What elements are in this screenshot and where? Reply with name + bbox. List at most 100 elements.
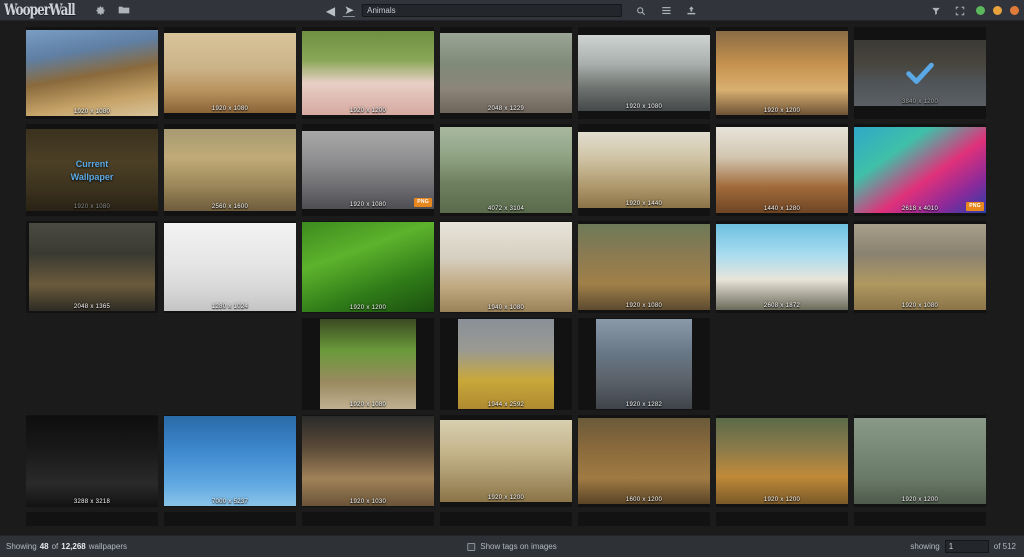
wallpaper-tile[interactable] — [716, 512, 848, 526]
grid-cell-empty — [854, 318, 986, 410]
wallpaper-tile[interactable]: 1920 x 1080 — [578, 221, 710, 313]
wallpaper-thumbnail: 1920 x 1080 — [164, 33, 296, 113]
search-input[interactable] — [362, 4, 623, 17]
wallpaper-tile[interactable]: 1920 x 1200 — [716, 27, 848, 119]
wallpaper-tile[interactable]: 1920 x 1200 — [302, 221, 434, 313]
showing-count: 48 — [39, 542, 49, 551]
checkmark-icon — [906, 62, 934, 84]
resolution-label: 1920 x 1282 — [625, 402, 663, 408]
wallpaper-tile[interactable]: 1600 x 1200 — [578, 415, 710, 507]
wallpaper-thumbnail: 1920 x 1200 — [302, 31, 434, 115]
grid-cell-empty — [164, 318, 296, 410]
wallpaper-tile[interactable] — [26, 512, 158, 526]
wallpaper-tile[interactable]: 1920 x 1200 — [854, 415, 986, 507]
wallpaper-thumbnail: 1600 x 1200 — [578, 418, 710, 504]
resolution-label: 7000 x 5237 — [211, 499, 249, 505]
wallpaper-tile[interactable] — [164, 512, 296, 526]
wallpaper-tile[interactable]: 2048 x 1229 — [440, 27, 572, 119]
wallpaper-grid[interactable]: 1920 x 1080 1920 x 1080 1920 x 1200 2048 x … — [0, 21, 1024, 526]
resolution-label: 2048 x 1229 — [487, 106, 525, 112]
wallpaper-tile[interactable]: 3840 x 1200 — [854, 27, 986, 119]
wallpaper-tile[interactable]: 2560 x 1600 — [164, 124, 296, 216]
wallpaper-tile[interactable]: 4072 x 3104 — [440, 124, 572, 216]
wallpaper-tile[interactable]: 1940 x 1080 — [440, 221, 572, 313]
search-icon[interactable] — [633, 3, 649, 19]
wallpaper-tile[interactable]: 3288 x 3218 — [26, 415, 158, 507]
wallpaper-tile[interactable] — [578, 512, 710, 526]
wallpaper-thumbnail: 4072 x 3104 — [440, 127, 572, 213]
list-icon[interactable] — [658, 3, 674, 19]
wallpaper-tile[interactable]: 1920 x 1080 — [26, 27, 158, 119]
wallpaper-tile[interactable]: 1920 x 1080 — [164, 27, 296, 119]
resolution-label: 3288 x 3218 — [73, 499, 111, 505]
maximize-button[interactable] — [993, 6, 1002, 15]
wallpaper-tile[interactable]: 1280 x 1024 — [164, 221, 296, 313]
grid-cell-empty — [26, 318, 158, 410]
wallpaper-tile[interactable]: 1920 x 1282 — [578, 318, 710, 410]
page-showing-label: showing — [910, 542, 940, 551]
resolution-label: 1920 x 1200 — [487, 495, 525, 501]
wallpaper-tile[interactable]: 1920 x 1080 — [578, 27, 710, 119]
wallpaper-tile[interactable]: 1920 x 1200 — [302, 27, 434, 119]
forward-button[interactable]: ➤ — [343, 4, 356, 17]
wallpaper-tile[interactable]: 1920 x 1440 — [578, 124, 710, 216]
app-logo: WooperWall — [4, 0, 76, 20]
resolution-label: 1920 x 1080 — [625, 104, 663, 110]
resolution-label: 1920 x 1080 — [625, 303, 663, 309]
filter-icon[interactable] — [928, 3, 944, 19]
wallpaper-tile[interactable] — [854, 512, 986, 526]
wallpaper-tile[interactable]: 1920 x 1080 — [302, 318, 434, 410]
wallpaper-thumbnail: 1920 x 1200 — [716, 31, 848, 115]
selected-check-overlay — [854, 40, 986, 106]
gear-icon[interactable] — [93, 2, 109, 18]
resolution-label: 1920 x 1440 — [625, 201, 663, 207]
page-number-input[interactable] — [944, 540, 989, 553]
show-tags-checkbox-group[interactable]: Show tags on images — [467, 542, 557, 551]
wallpaper-tile[interactable]: 1440 x 1280 — [716, 124, 848, 216]
titlebar-search-area: ◀ ➤ — [325, 0, 699, 21]
folder-icon[interactable] — [116, 2, 132, 18]
wallpaper-thumbnail: 3288 x 3218 — [26, 416, 158, 506]
wallpapers-label: wallpapers — [88, 542, 127, 551]
wallpaper-thumbnail: 1920 x 1080 — [854, 224, 986, 310]
wallpaper-tile[interactable] — [440, 512, 572, 526]
wallpaper-tile[interactable]: 1920 x 1080 — [854, 221, 986, 313]
close-button[interactable] — [1010, 6, 1019, 15]
wallpaper-tile[interactable]: 1920 x 1200 — [440, 415, 572, 507]
resolution-label: 1920 x 1200 — [349, 305, 387, 311]
wallpaper-tile[interactable]: 7000 x 5237 — [164, 415, 296, 507]
resolution-label: 2048 x 1365 — [73, 304, 111, 310]
resolution-label: 1920 x 1080 — [211, 106, 249, 112]
show-tags-checkbox[interactable] — [467, 542, 476, 551]
wallpaper-thumbnail: 1920 x 1440 — [578, 132, 710, 208]
wallpaper-tile[interactable] — [302, 512, 434, 526]
wallpaper-thumbnail: 1920 x 1200 — [854, 418, 986, 504]
grid-cell-empty — [716, 318, 848, 410]
wallpaper-thumbnail: 1920 x 1080 — [578, 224, 710, 310]
pagination[interactable]: showing of 512 — [910, 540, 1016, 553]
wallpaper-tile[interactable]: 1920 x 1080 PNG — [302, 124, 434, 216]
resolution-label: 1940 x 1080 — [487, 305, 525, 311]
back-button[interactable]: ◀ — [325, 5, 336, 17]
wallpaper-tile[interactable]: 1920 x 1080 Current Wallpaper — [26, 124, 158, 216]
upload-icon[interactable] — [683, 3, 699, 19]
wallpaper-thumbnail: 2048 x 1365 — [29, 223, 155, 311]
grid-row: 3288 x 3218 7000 x 5237 1920 x 1030 1920 x … — [0, 415, 1024, 507]
current-wallpaper-line2: Wallpaper — [70, 171, 114, 182]
fullscreen-icon[interactable] — [952, 3, 968, 19]
wallpaper-tile[interactable]: 2608 x 1872 — [716, 221, 848, 313]
wallpaper-tile[interactable]: 1920 x 1200 — [716, 415, 848, 507]
titlebar-right-icons — [633, 3, 699, 19]
wallpaper-tile[interactable]: 1944 x 2592 — [440, 318, 572, 410]
minimize-button[interactable] — [976, 6, 985, 15]
wallpaper-tile[interactable]: 2618 x 4010 PNG — [854, 124, 986, 216]
format-badge: PNG — [966, 202, 984, 211]
wallpaper-thumbnail: 1940 x 1080 — [440, 222, 572, 312]
grid-row: 1920 x 1080 1920 x 1080 1920 x 1200 2048 x … — [0, 27, 1024, 119]
resolution-label: 1280 x 1024 — [211, 304, 249, 310]
resolution-label: 2560 x 1600 — [211, 204, 249, 210]
current-wallpaper-line1: Current — [75, 158, 109, 169]
resolution-label: 4072 x 3104 — [487, 206, 525, 212]
wallpaper-tile[interactable]: 2048 x 1365 — [26, 221, 158, 313]
wallpaper-tile[interactable]: 1920 x 1030 — [302, 415, 434, 507]
